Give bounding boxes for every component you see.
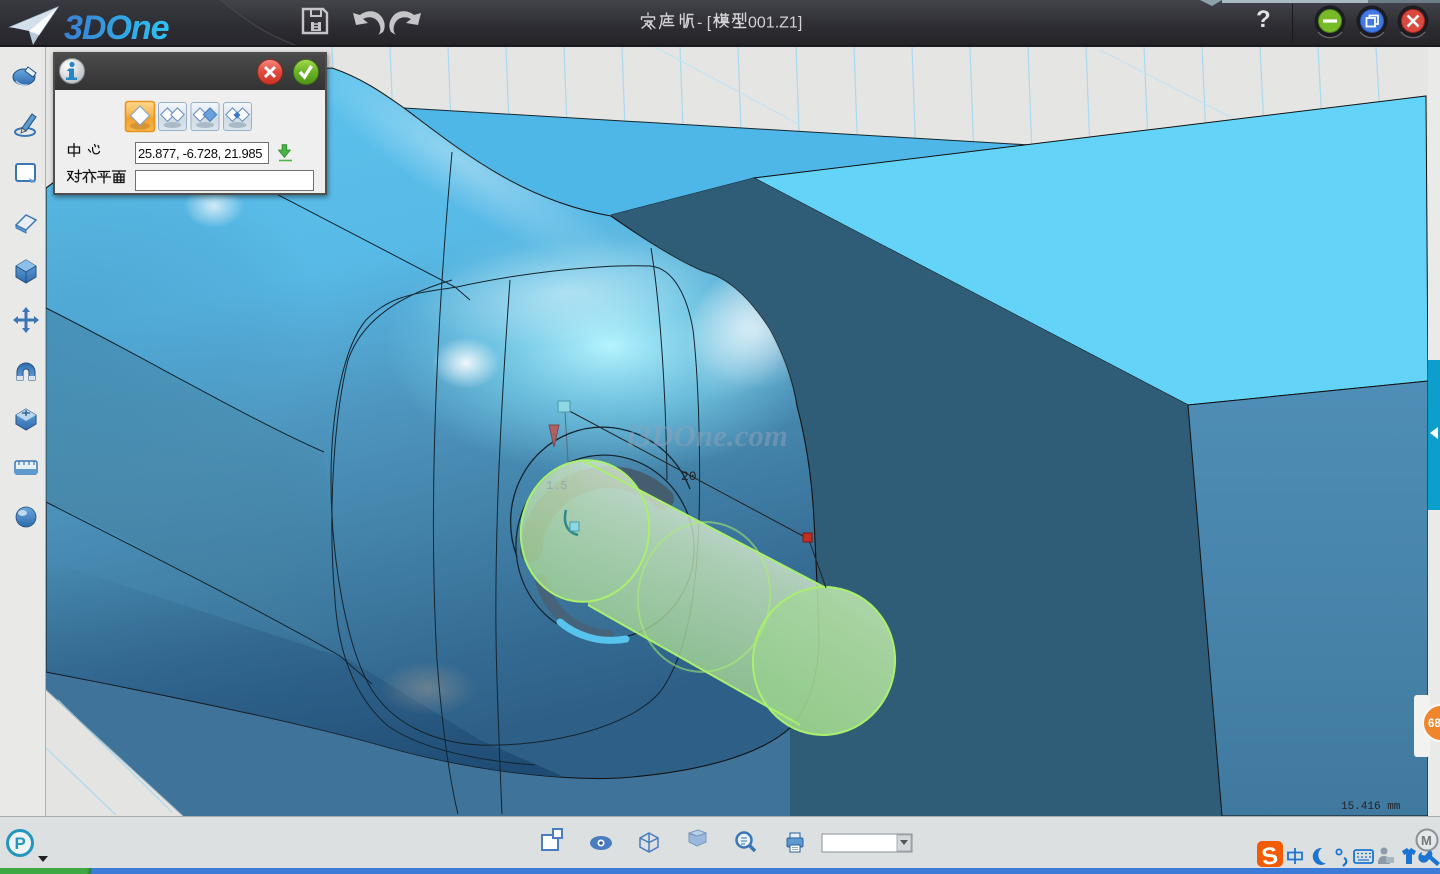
svg-text:P: P <box>15 834 26 853</box>
svg-text:15.416 mm: 15.416 mm <box>1341 801 1401 813</box>
svg-text:i3DOne.com: i3DOne.com <box>627 418 788 453</box>
svg-text:25.877, -6.728, 21.985: 25.877, -6.728, 21.985 <box>138 146 262 161</box>
svg-text:1.5: 1.5 <box>546 479 568 493</box>
svg-text:3DOne: 3DOne <box>64 9 169 47</box>
svg-text:68: 68 <box>1428 718 1440 730</box>
svg-text:M: M <box>1421 833 1432 848</box>
svg-text:001.Z1]: 001.Z1] <box>748 15 802 32</box>
svg-text:20: 20 <box>681 469 697 484</box>
svg-text:- [: - [ <box>697 15 712 32</box>
